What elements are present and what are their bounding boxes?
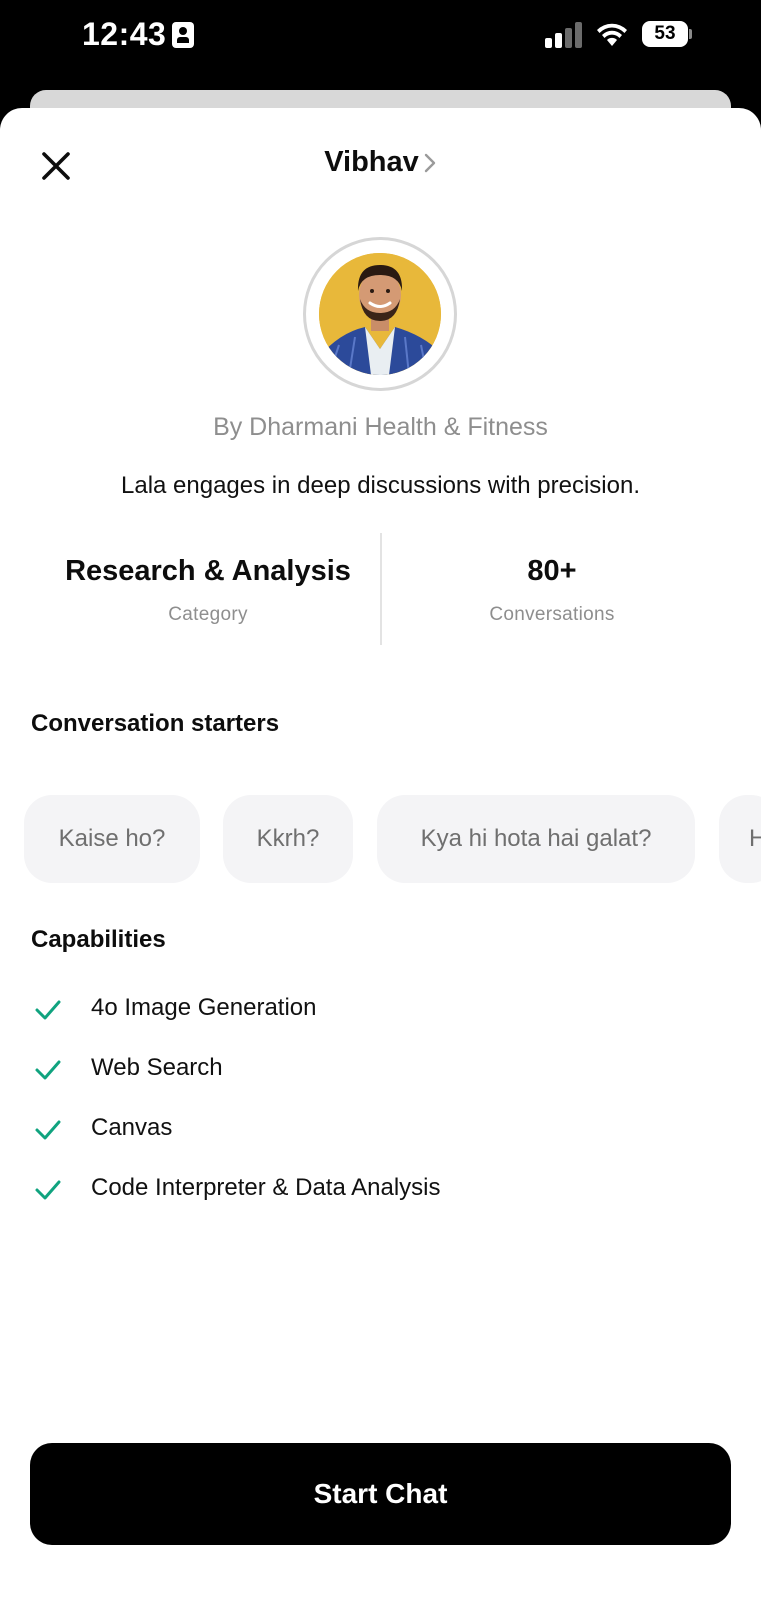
- stat-label: Conversations: [489, 604, 615, 625]
- capability-item: 4o Image Generation: [34, 988, 734, 1048]
- cellular-signal-icon: [545, 22, 585, 48]
- stat-label: Category: [168, 604, 248, 625]
- starter-chip[interactable]: H: [719, 795, 761, 883]
- starters-heading: Conversation starters: [31, 710, 280, 737]
- stat-value: 80+: [527, 555, 577, 587]
- check-icon: [35, 1180, 61, 1200]
- contact-card-icon: [172, 22, 194, 48]
- wifi-icon: [597, 23, 627, 46]
- avatar-image: [319, 253, 441, 375]
- capabilities-heading: Capabilities: [31, 926, 166, 953]
- capabilities-list: 4o Image Generation Web Search Canvas Co…: [34, 988, 734, 1228]
- status-bar: 12:43 53: [0, 0, 761, 90]
- capability-label: 4o Image Generation: [91, 994, 317, 1021]
- starter-chip[interactable]: Kkrh?: [223, 795, 353, 883]
- conversation-starters: Kaise ho? Kkrh? Kya hi hota hai galat? H: [24, 795, 761, 885]
- status-time: 12:43: [82, 16, 167, 52]
- capability-label: Web Search: [91, 1054, 223, 1081]
- capability-item: Canvas: [34, 1108, 734, 1168]
- gpt-description: Lala engages in deep discussions with pr…: [121, 472, 640, 499]
- check-icon: [35, 1060, 61, 1080]
- starter-chip[interactable]: Kya hi hota hai galat?: [377, 795, 695, 883]
- check-icon: [35, 1120, 61, 1140]
- battery-level: 53: [642, 21, 688, 47]
- creator-byline: By Dharmani Health & Fitness: [213, 413, 548, 441]
- gpt-title-link[interactable]: Vibhav: [0, 146, 761, 179]
- check-icon: [35, 1000, 61, 1020]
- avatar: [303, 237, 457, 391]
- stats-row: Research & Analysis Category 80+ Convers…: [0, 533, 761, 648]
- gpt-detail-sheet: Vibhav By Dharmani Health & Fitness Lala…: [0, 108, 761, 1600]
- stat-category: Research & Analysis Category: [28, 533, 388, 626]
- start-chat-button[interactable]: Start Chat: [30, 1443, 731, 1545]
- battery-icon: 53: [642, 21, 692, 47]
- stat-value: Research & Analysis: [65, 555, 351, 587]
- capability-label: Code Interpreter & Data Analysis: [91, 1174, 441, 1201]
- capability-item: Web Search: [34, 1048, 734, 1108]
- chevron-right-icon: [424, 154, 435, 173]
- stat-conversations: 80+ Conversations: [382, 533, 722, 626]
- starter-chip[interactable]: Kaise ho?: [24, 795, 200, 883]
- capability-label: Canvas: [91, 1114, 173, 1141]
- gpt-title: Vibhav: [324, 146, 419, 178]
- capability-item: Code Interpreter & Data Analysis: [34, 1168, 734, 1228]
